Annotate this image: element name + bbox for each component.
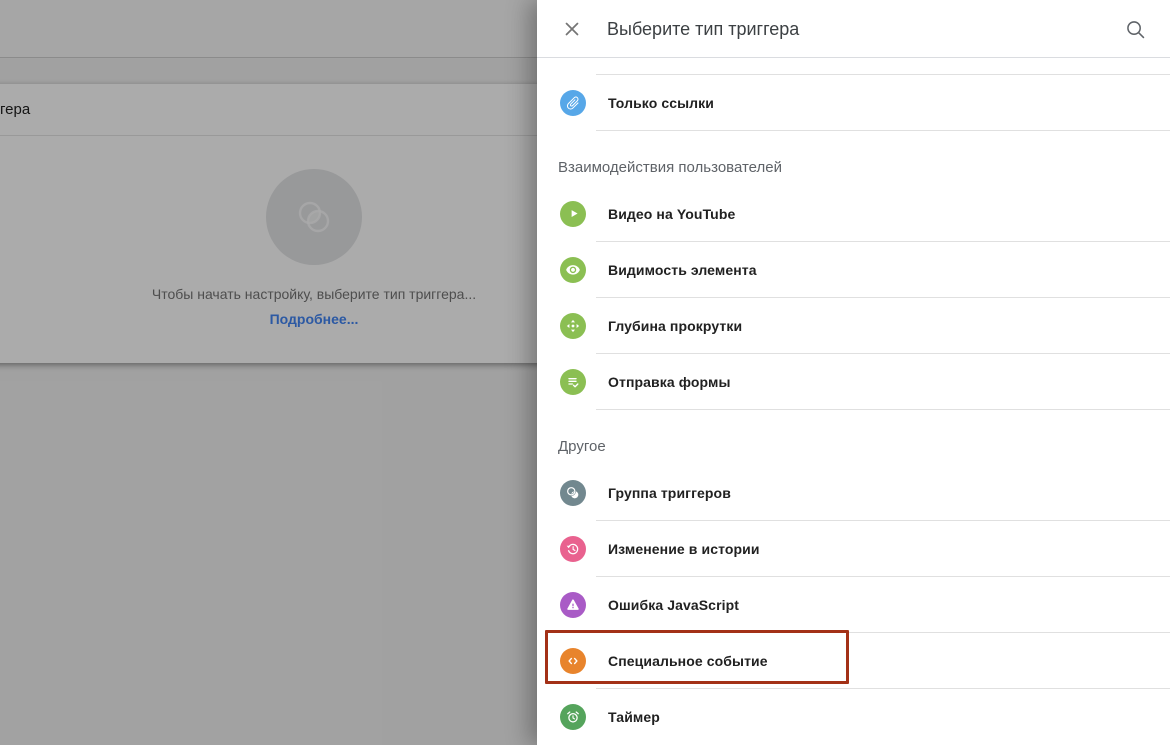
trigger-item-element-visibility[interactable]: Видимость элемента (537, 242, 1170, 297)
close-icon[interactable] (561, 15, 589, 43)
js-error-icon (560, 592, 586, 618)
dialog-title: Выберите тип триггера (607, 0, 799, 58)
trigger-type-list: Только ссылки Взаимодействия пользовател… (537, 58, 1170, 744)
trigger-group-icon (560, 480, 586, 506)
scroll-depth-icon (560, 313, 586, 339)
trigger-item-js-error[interactable]: Ошибка JavaScript (537, 577, 1170, 632)
trigger-item-label: Таймер (608, 709, 660, 725)
search-icon[interactable] (1124, 14, 1154, 44)
section-header-user-engagement: Взаимодействия пользователей (537, 131, 1170, 186)
trigger-item-custom-event[interactable]: Специальное событие (537, 633, 1170, 688)
modal-backdrop (0, 0, 537, 745)
trigger-item-history-change[interactable]: Изменение в истории (537, 521, 1170, 576)
link-icon (560, 90, 586, 116)
dialog-header: Выберите тип триггера (537, 0, 1170, 58)
trigger-item-label: Отправка формы (608, 374, 731, 390)
section-header-other: Другое (537, 410, 1170, 465)
trigger-item-link-click[interactable]: Только ссылки (537, 75, 1170, 130)
trigger-item-label: Специальное событие (608, 653, 768, 669)
history-icon (560, 536, 586, 562)
trigger-type-dialog: Выберите тип триггера Только ссылки Взаи… (537, 0, 1170, 745)
trigger-item-timer[interactable]: Таймер (537, 689, 1170, 744)
custom-event-icon (560, 648, 586, 674)
trigger-item-label: Ошибка JavaScript (608, 597, 739, 613)
trigger-item-youtube-video[interactable]: Видео на YouTube (537, 186, 1170, 241)
trigger-item-label: Видео на YouTube (608, 206, 735, 222)
trigger-item-label: Глубина прокрутки (608, 318, 742, 334)
youtube-play-icon (560, 201, 586, 227)
form-submit-icon (560, 369, 586, 395)
timer-icon (560, 704, 586, 730)
trigger-item-form-submission[interactable]: Отправка формы (537, 354, 1170, 409)
trigger-item-scroll-depth[interactable]: Глубина прокрутки (537, 298, 1170, 353)
trigger-item-label: Видимость элемента (608, 262, 757, 278)
trigger-item-trigger-group[interactable]: Группа триггеров (537, 465, 1170, 520)
trigger-item-label: Группа триггеров (608, 485, 731, 501)
trigger-item-label: Только ссылки (608, 95, 714, 111)
trigger-item-label: Изменение в истории (608, 541, 760, 557)
visibility-eye-icon (560, 257, 586, 283)
